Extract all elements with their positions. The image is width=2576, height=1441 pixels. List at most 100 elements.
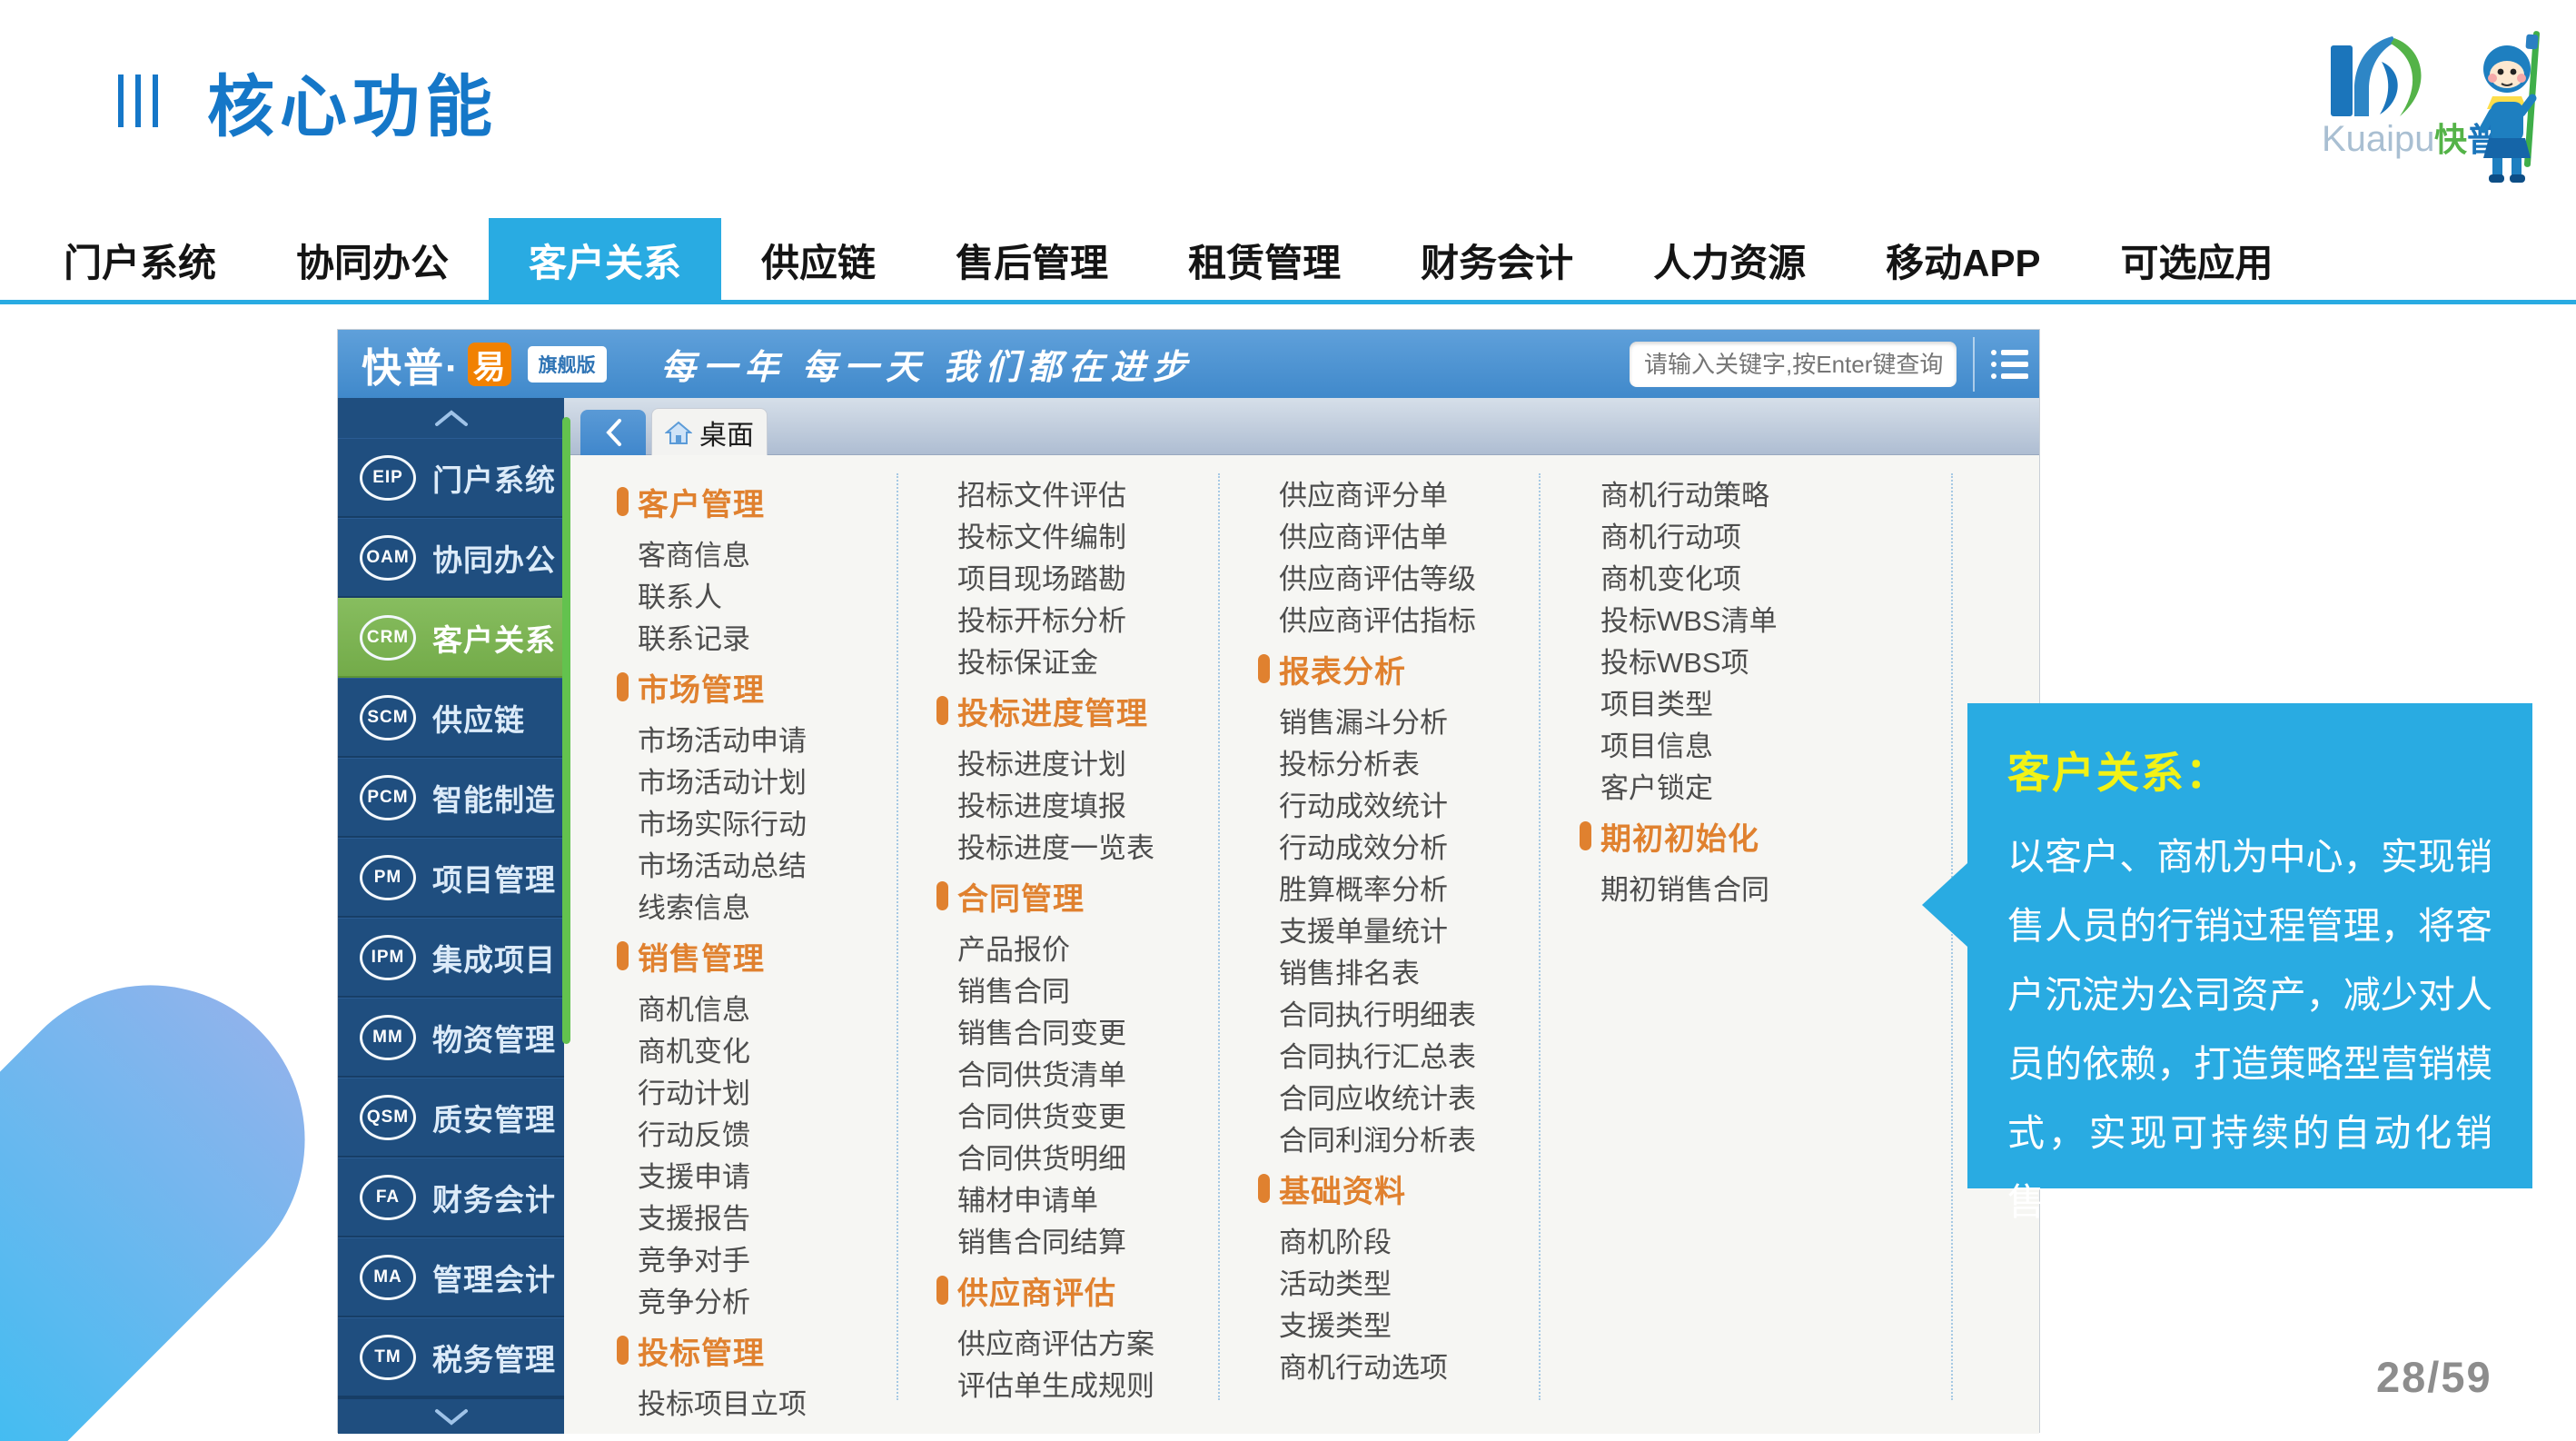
tab-租赁管理[interactable]: 租赁管理 bbox=[1148, 218, 1381, 302]
menu-item-供应商评估单[interactable]: 供应商评估单 bbox=[1258, 513, 1571, 555]
tab-可选应用[interactable]: 可选应用 bbox=[2080, 218, 2313, 302]
menu-item-投标进度一览表[interactable]: 投标进度一览表 bbox=[936, 824, 1250, 866]
menu-item-期初销售合同[interactable]: 期初销售合同 bbox=[1580, 866, 1893, 908]
menu-item-行动成效统计[interactable]: 行动成效统计 bbox=[1258, 782, 1571, 824]
menu-item-合同利润分析表[interactable]: 合同利润分析表 bbox=[1258, 1117, 1571, 1158]
menu-item-市场实际行动[interactable]: 市场实际行动 bbox=[617, 800, 930, 842]
menu-item-项目信息[interactable]: 项目信息 bbox=[1580, 722, 1893, 764]
page-number: 28/59 bbox=[2376, 1352, 2492, 1402]
sidebar-item-scm[interactable]: SCM供应链 bbox=[338, 678, 564, 758]
menu-item-项目类型[interactable]: 项目类型 bbox=[1580, 681, 1893, 722]
menu-item-销售合同结算[interactable]: 销售合同结算 bbox=[936, 1218, 1250, 1260]
menu-item-辅材申请单[interactable]: 辅材申请单 bbox=[936, 1177, 1250, 1218]
sidebar-item-crm[interactable]: CRM客户关系 bbox=[338, 598, 564, 678]
chevron-down-icon bbox=[431, 1406, 471, 1426]
menu-item-市场活动总结[interactable]: 市场活动总结 bbox=[617, 842, 930, 884]
menu-item-投标WBS项[interactable]: 投标WBS项 bbox=[1580, 639, 1893, 681]
content-scroll-strip[interactable] bbox=[562, 417, 570, 1044]
sidebar-item-oam[interactable]: OAM协同办公 bbox=[338, 518, 564, 598]
menu-item-联系人[interactable]: 联系人 bbox=[617, 573, 930, 615]
menu-item-商机信息[interactable]: 商机信息 bbox=[617, 986, 930, 1028]
menu-item-支援报告[interactable]: 支援报告 bbox=[617, 1195, 930, 1237]
menu-item-活动类型[interactable]: 活动类型 bbox=[1258, 1260, 1571, 1302]
menu-list-icon[interactable] bbox=[1989, 346, 2031, 383]
menu-item-投标文件编制[interactable]: 投标文件编制 bbox=[936, 513, 1250, 555]
menu-section-客户管理: 客户管理 bbox=[617, 477, 930, 526]
menu-item-供应商评估指标[interactable]: 供应商评估指标 bbox=[1258, 597, 1571, 639]
tab-移动APP[interactable]: 移动APP bbox=[1846, 218, 2080, 302]
sidebar-item-label: 税务管理 bbox=[432, 1336, 556, 1379]
tab-门户系统[interactable]: 门户系统 bbox=[24, 218, 256, 302]
sidebar-item-mm[interactable]: MM物资管理 bbox=[338, 998, 564, 1078]
menu-item-投标项目立项[interactable]: 投标项目立项 bbox=[617, 1380, 930, 1422]
menu-item-招标文件评估[interactable]: 招标文件评估 bbox=[936, 472, 1250, 513]
sidebar-scroll-down[interactable] bbox=[338, 1397, 564, 1434]
menu-item-供应商评分单[interactable]: 供应商评分单 bbox=[1258, 472, 1571, 513]
menu-item-支援单量统计[interactable]: 支援单量统计 bbox=[1258, 908, 1571, 949]
menu-item-商机行动选项[interactable]: 商机行动选项 bbox=[1258, 1344, 1571, 1386]
menu-item-支援申请[interactable]: 支援申请 bbox=[617, 1153, 930, 1195]
search-input[interactable] bbox=[1630, 351, 1956, 379]
menu-item-投标开标分析[interactable]: 投标开标分析 bbox=[936, 597, 1250, 639]
menu-item-行动计划[interactable]: 行动计划 bbox=[617, 1069, 930, 1111]
menu-item-产品报价[interactable]: 产品报价 bbox=[936, 926, 1250, 968]
menu-item-商机阶段[interactable]: 商机阶段 bbox=[1258, 1218, 1571, 1260]
menu-item-商机变化项[interactable]: 商机变化项 bbox=[1580, 555, 1893, 597]
menu-item-合同执行汇总表[interactable]: 合同执行汇总表 bbox=[1258, 1033, 1571, 1075]
sidebar-scroll-up[interactable] bbox=[338, 398, 564, 438]
menu-item-销售排名表[interactable]: 销售排名表 bbox=[1258, 949, 1571, 991]
menu-item-客户锁定[interactable]: 客户锁定 bbox=[1580, 764, 1893, 806]
tab-售后管理[interactable]: 售后管理 bbox=[916, 218, 1148, 302]
menu-item-竞争分析[interactable]: 竞争分析 bbox=[617, 1278, 930, 1320]
tab-desktop[interactable]: 桌面 bbox=[651, 408, 768, 455]
menu-item-合同供货清单[interactable]: 合同供货清单 bbox=[936, 1051, 1250, 1093]
menu-item-胜算概率分析[interactable]: 胜算概率分析 bbox=[1258, 866, 1571, 908]
sidebar-item-tm[interactable]: TM税务管理 bbox=[338, 1317, 564, 1397]
sidebar-item-pcm[interactable]: PCM智能制造 bbox=[338, 758, 564, 838]
sidebar-item-pm[interactable]: PM项目管理 bbox=[338, 838, 564, 918]
menu-item-线索信息[interactable]: 线索信息 bbox=[617, 884, 930, 926]
menu-item-供应商评估等级[interactable]: 供应商评估等级 bbox=[1258, 555, 1571, 597]
sidebar-item-ipm[interactable]: IPM集成项目 bbox=[338, 918, 564, 998]
menu-item-商机行动策略[interactable]: 商机行动策略 bbox=[1580, 472, 1893, 513]
tab-客户关系[interactable]: 客户关系 bbox=[489, 218, 721, 302]
menu-item-联系记录[interactable]: 联系记录 bbox=[617, 615, 930, 657]
menu-item-竞争对手[interactable]: 竞争对手 bbox=[617, 1237, 930, 1278]
sidebar-item-qsm[interactable]: QSM质安管理 bbox=[338, 1078, 564, 1158]
menu-item-合同执行明细表[interactable]: 合同执行明细表 bbox=[1258, 991, 1571, 1033]
menu-item-销售合同变更[interactable]: 销售合同变更 bbox=[936, 1009, 1250, 1051]
menu-item-客商信息[interactable]: 客商信息 bbox=[617, 532, 930, 573]
menu-item-供应商评估方案[interactable]: 供应商评估方案 bbox=[936, 1320, 1250, 1362]
menu-item-销售合同[interactable]: 销售合同 bbox=[936, 968, 1250, 1009]
menu-item-商机变化[interactable]: 商机变化 bbox=[617, 1028, 930, 1069]
back-button[interactable] bbox=[580, 410, 646, 455]
menu-section-供应商评估: 供应商评估 bbox=[936, 1266, 1250, 1315]
menu-item-行动成效分析[interactable]: 行动成效分析 bbox=[1258, 824, 1571, 866]
tab-协同办公[interactable]: 协同办公 bbox=[256, 218, 489, 302]
menu-item-项目现场踏勘[interactable]: 项目现场踏勘 bbox=[936, 555, 1250, 597]
menu-item-市场活动计划[interactable]: 市场活动计划 bbox=[617, 759, 930, 800]
sidebar-item-eip[interactable]: EIP门户系统 bbox=[338, 438, 564, 518]
search-box[interactable] bbox=[1630, 342, 1957, 387]
menu-item-合同应收统计表[interactable]: 合同应收统计表 bbox=[1258, 1075, 1571, 1117]
sidebar-item-fa[interactable]: FA财务会计 bbox=[338, 1158, 564, 1237]
menu-item-评估单生成规则[interactable]: 评估单生成规则 bbox=[936, 1362, 1250, 1404]
menu-item-支援类型[interactable]: 支援类型 bbox=[1258, 1302, 1571, 1344]
menu-item-投标保证金[interactable]: 投标保证金 bbox=[936, 639, 1250, 681]
tab-人力资源[interactable]: 人力资源 bbox=[1613, 218, 1846, 302]
sidebar-item-ma[interactable]: MA管理会计 bbox=[338, 1237, 564, 1317]
menu-item-合同供货变更[interactable]: 合同供货变更 bbox=[936, 1093, 1250, 1135]
menu-item-商机行动项[interactable]: 商机行动项 bbox=[1580, 513, 1893, 555]
tab-财务会计[interactable]: 财务会计 bbox=[1381, 218, 1613, 302]
menu-item-投标进度填报[interactable]: 投标进度填报 bbox=[936, 782, 1250, 824]
menu-item-销售漏斗分析[interactable]: 销售漏斗分析 bbox=[1258, 699, 1571, 740]
menu-item-投标进度计划[interactable]: 投标进度计划 bbox=[936, 740, 1250, 782]
menu-item-合同供货明细[interactable]: 合同供货明细 bbox=[936, 1135, 1250, 1177]
menu-section-label: 合同管理 bbox=[957, 874, 1085, 919]
menu-item-投标分析表[interactable]: 投标分析表 bbox=[1258, 740, 1571, 782]
menu-item-市场活动申请[interactable]: 市场活动申请 bbox=[617, 717, 930, 759]
menu-item-投标WBS清单[interactable]: 投标WBS清单 bbox=[1580, 597, 1893, 639]
menu-section-label: 客户管理 bbox=[638, 480, 765, 524]
tab-供应链[interactable]: 供应链 bbox=[721, 218, 916, 302]
menu-item-行动反馈[interactable]: 行动反馈 bbox=[617, 1111, 930, 1153]
